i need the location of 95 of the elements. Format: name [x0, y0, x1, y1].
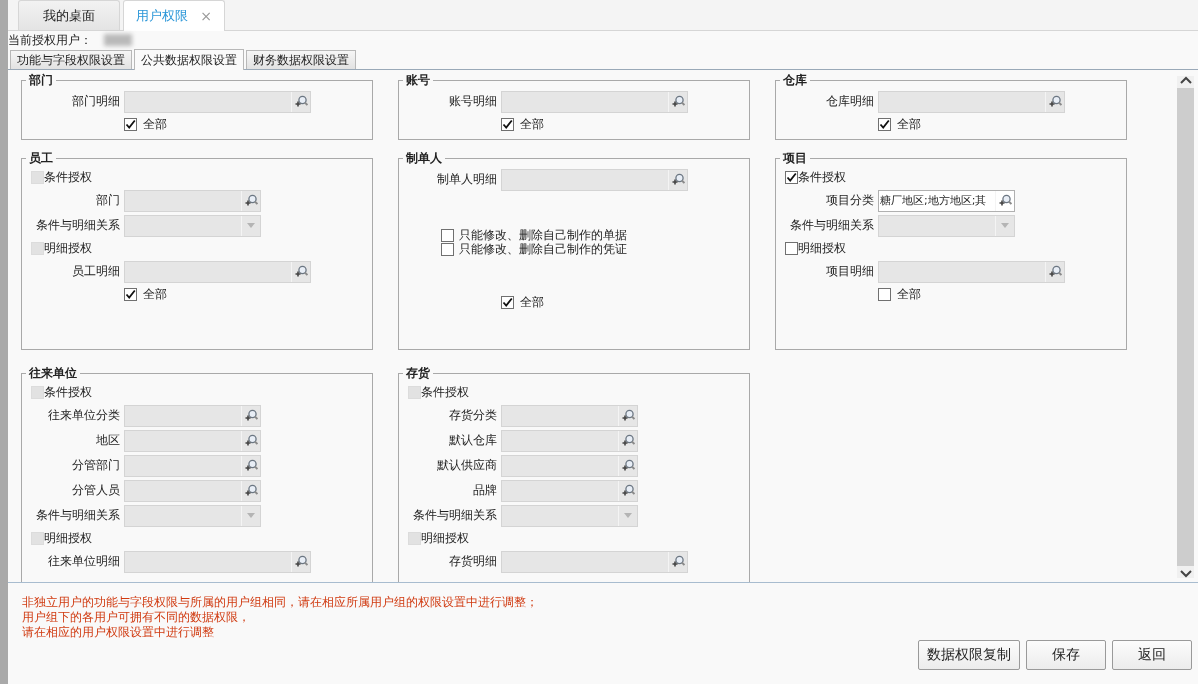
magnifier-plus-icon [1048, 95, 1062, 108]
magnifier-plus-icon [621, 434, 635, 447]
field-label: 员工明细 [71, 263, 120, 280]
checkbox-label: 全部 [897, 116, 921, 133]
magnifier-plus-icon [244, 484, 258, 497]
action-button[interactable]: 返回 [1112, 640, 1192, 670]
panel-title: 存货 [405, 365, 431, 382]
notice-text: 非独立用户的功能与字段权限与所属的用户组相同，请在相应所属用户组的权限设置中进行调整； [22, 595, 539, 610]
field-label: 项目明细 [825, 263, 874, 280]
magnifier-plus-icon [244, 459, 258, 472]
chevron-down-icon[interactable] [1179, 570, 1192, 578]
chevron-up-icon[interactable] [1179, 76, 1192, 84]
checkbox-label: 只能修改、删除自己制作的凭证 [459, 241, 627, 258]
field-label: 制单人明细 [436, 171, 497, 188]
checkbox-label: 条件授权 [44, 384, 92, 401]
caret-icon [1001, 223, 1009, 228]
panel-title: 员工 [28, 150, 54, 167]
checkbox[interactable] [124, 288, 137, 301]
field-label: 仓库明细 [825, 93, 874, 110]
magnifier-plus-icon [621, 484, 635, 497]
magnifier-plus-icon [621, 409, 635, 422]
field-label: 地区 [95, 432, 120, 449]
magnifier-plus-icon [1048, 265, 1062, 278]
checkbox-label: 明细授权 [44, 530, 92, 547]
checkbox[interactable] [501, 118, 514, 131]
panel-title: 部门 [28, 72, 54, 89]
field-label: 存货明细 [448, 553, 497, 570]
tab[interactable]: 财务数据权限设置 [246, 50, 356, 69]
action-button[interactable]: 保存 [1026, 640, 1106, 670]
magnifier-plus-icon [294, 265, 308, 278]
panel-title: 往来单位 [28, 365, 78, 382]
scrollbar[interactable] [1177, 76, 1194, 578]
field-label: 条件与明细关系 [789, 217, 874, 234]
field-label: 往来单位分类 [47, 407, 120, 424]
caret-icon [247, 513, 255, 518]
magnifier-plus-icon [244, 434, 258, 447]
notice-text: 用户组下的各用户可拥有不同的数据权限， [22, 610, 251, 625]
field-label: 默认仓库 [448, 432, 497, 449]
checkbox[interactable] [441, 242, 454, 256]
field-label: 默认供应商 [436, 457, 497, 474]
magnifier-plus-icon [294, 95, 308, 108]
field-label: 部门明细 [71, 93, 120, 110]
field-label: 条件与明细关系 [412, 507, 497, 524]
checkbox-label: 条件授权 [421, 384, 469, 401]
magnifier-plus-icon [998, 194, 1012, 207]
blurred-name [104, 34, 132, 46]
magnifier-plus-icon [671, 173, 685, 186]
checkbox[interactable] [878, 118, 891, 131]
checkbox-label: 全部 [897, 286, 921, 303]
field-label: 账号明细 [448, 93, 497, 110]
field-label: 部门 [95, 192, 120, 209]
field-label: 条件与明细关系 [35, 217, 120, 234]
checkbox-label: 明细授权 [798, 240, 846, 257]
checkbox-label: 全部 [520, 116, 544, 133]
field-label: 品牌 [472, 482, 497, 499]
checkbox-label: 条件授权 [44, 169, 92, 186]
magnifier-plus-icon [671, 555, 685, 568]
tab[interactable]: 功能与字段权限设置 [10, 50, 132, 69]
checkbox[interactable] [124, 118, 137, 131]
checkbox[interactable] [441, 228, 454, 242]
caret-icon [624, 513, 632, 518]
caret-icon [247, 223, 255, 228]
magnifier-plus-icon [621, 459, 635, 472]
action-button[interactable]: 数据权限复制 [918, 640, 1020, 670]
checkbox-label: 明细授权 [44, 240, 92, 257]
field-label: 条件与明细关系 [35, 507, 120, 524]
panel-title: 制单人 [405, 150, 443, 167]
tab[interactable]: 我的桌面 [18, 0, 120, 30]
panel-title: 项目 [782, 150, 808, 167]
magnifier-plus-icon [244, 194, 258, 207]
tab[interactable]: 公共数据权限设置 [134, 49, 244, 70]
checkbox-label: 明细授权 [421, 530, 469, 547]
checkbox[interactable] [785, 171, 798, 184]
field-label: 往来单位明细 [47, 553, 120, 570]
checkbox-label: 只能修改、删除自己制作的单据 [459, 226, 627, 243]
magnifier-plus-icon [671, 95, 685, 108]
checkbox-label: 条件授权 [798, 169, 846, 186]
notice-text: 请在相应的用户权限设置中进行调整 [22, 625, 215, 640]
lookup-field[interactable]: 糖厂地区;地方地区;其 [878, 189, 1015, 212]
checkbox-label: 全部 [520, 294, 544, 311]
magnifier-plus-icon [294, 555, 308, 568]
checkbox[interactable] [785, 242, 798, 255]
field-label: 项目分类 [825, 192, 874, 209]
field-label: 存货分类 [448, 407, 497, 424]
checkbox[interactable] [878, 288, 891, 301]
current-user-label: 当前授权用户： [8, 31, 92, 49]
checkbox[interactable] [501, 296, 514, 309]
panel-title: 仓库 [782, 72, 808, 89]
field-label: 分管部门 [71, 457, 120, 474]
magnifier-plus-icon [244, 409, 258, 422]
panel-title: 账号 [405, 72, 431, 89]
checkbox-label: 全部 [143, 116, 167, 133]
field-label: 分管人员 [71, 482, 120, 499]
checkbox-label: 全部 [143, 286, 167, 303]
search-button[interactable] [995, 190, 1014, 211]
